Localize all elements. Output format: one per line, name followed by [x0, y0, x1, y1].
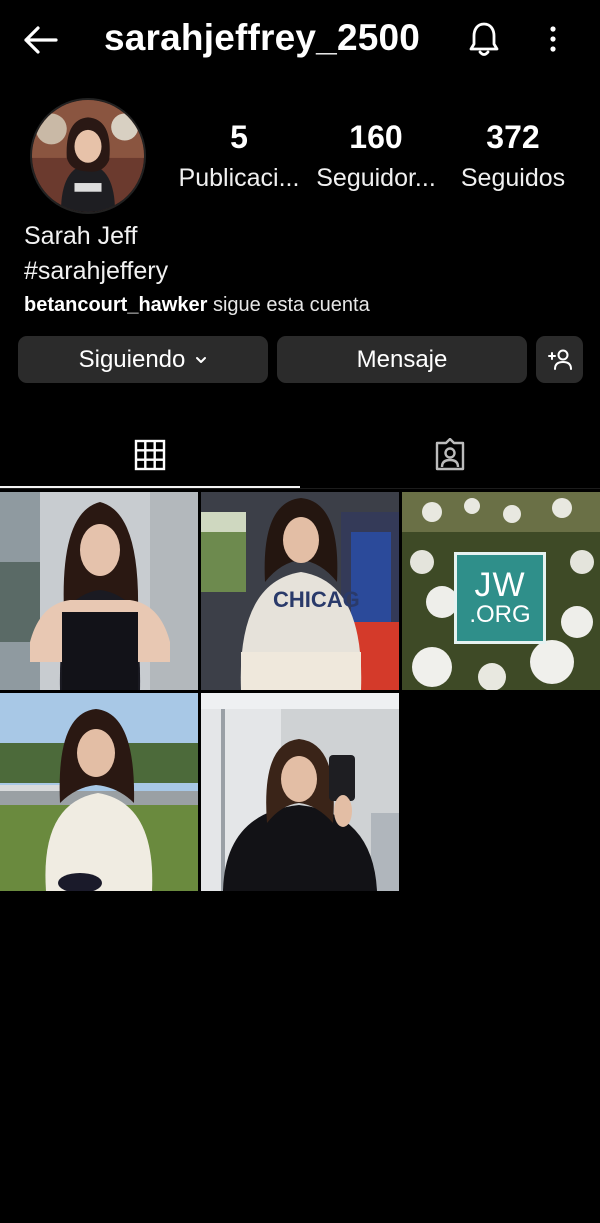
- stat-following[interactable]: 372 Seguidos: [452, 118, 574, 194]
- following-label: Seguidos: [460, 164, 566, 192]
- jw-logo-badge: JW .ORG: [454, 552, 546, 644]
- followed-by-username[interactable]: betancourt_hawker: [24, 294, 207, 316]
- post-thumbnail-4[interactable]: [0, 693, 198, 891]
- followers-count: 160: [349, 119, 403, 155]
- followed-by-text[interactable]: betancourt_hawker sigue esta cuenta: [24, 291, 370, 319]
- posts-count: 5: [230, 119, 248, 155]
- post-thumbnail-2[interactable]: CHICAG: [201, 492, 399, 690]
- following-count: 372: [486, 119, 540, 155]
- following-button[interactable]: Siguiendo: [18, 336, 268, 383]
- post-thumbnail-1[interactable]: [0, 492, 198, 690]
- back-arrow-icon[interactable]: [22, 24, 58, 56]
- profile-bio-hashtag[interactable]: #sarahjeffery: [24, 255, 168, 287]
- profile-username: sarahjeffrey_2500: [104, 17, 421, 58]
- add-user-button[interactable]: [536, 336, 583, 383]
- chevron-down-icon: [196, 356, 207, 363]
- tagged-person-icon: [435, 438, 465, 471]
- svg-text:CHICAG: CHICAG: [273, 587, 360, 612]
- more-vertical-icon[interactable]: [541, 22, 565, 56]
- bell-icon[interactable]: [466, 20, 502, 58]
- post-thumbnail-3[interactable]: JW .ORG: [402, 492, 600, 690]
- followed-by-suffix: sigue esta cuenta: [207, 294, 370, 316]
- profile-fullname: Sarah Jeff: [24, 222, 138, 250]
- followers-label: Seguidor...: [316, 164, 436, 192]
- jw-badge-line1: JW: [474, 566, 526, 604]
- posts-label: Publicaci...: [178, 164, 300, 192]
- add-user-icon: [547, 349, 572, 370]
- message-button-label: Mensaje: [356, 345, 448, 373]
- stat-followers[interactable]: 160 Seguidor...: [310, 118, 442, 194]
- following-button-label: Siguiendo: [78, 345, 186, 373]
- message-button[interactable]: Mensaje: [277, 336, 527, 383]
- tab-divider: [0, 488, 600, 489]
- tab-posts-grid[interactable]: [0, 424, 300, 486]
- post-thumbnail-5[interactable]: [201, 693, 399, 891]
- avatar[interactable]: [30, 98, 146, 214]
- jw-badge-line2: .ORG: [469, 601, 531, 628]
- top-bar: sarahjeffrey_2500: [0, 0, 600, 78]
- stat-posts[interactable]: 5 Publicaci...: [172, 118, 306, 194]
- tab-tagged[interactable]: [300, 424, 600, 486]
- grid-icon: [134, 439, 166, 471]
